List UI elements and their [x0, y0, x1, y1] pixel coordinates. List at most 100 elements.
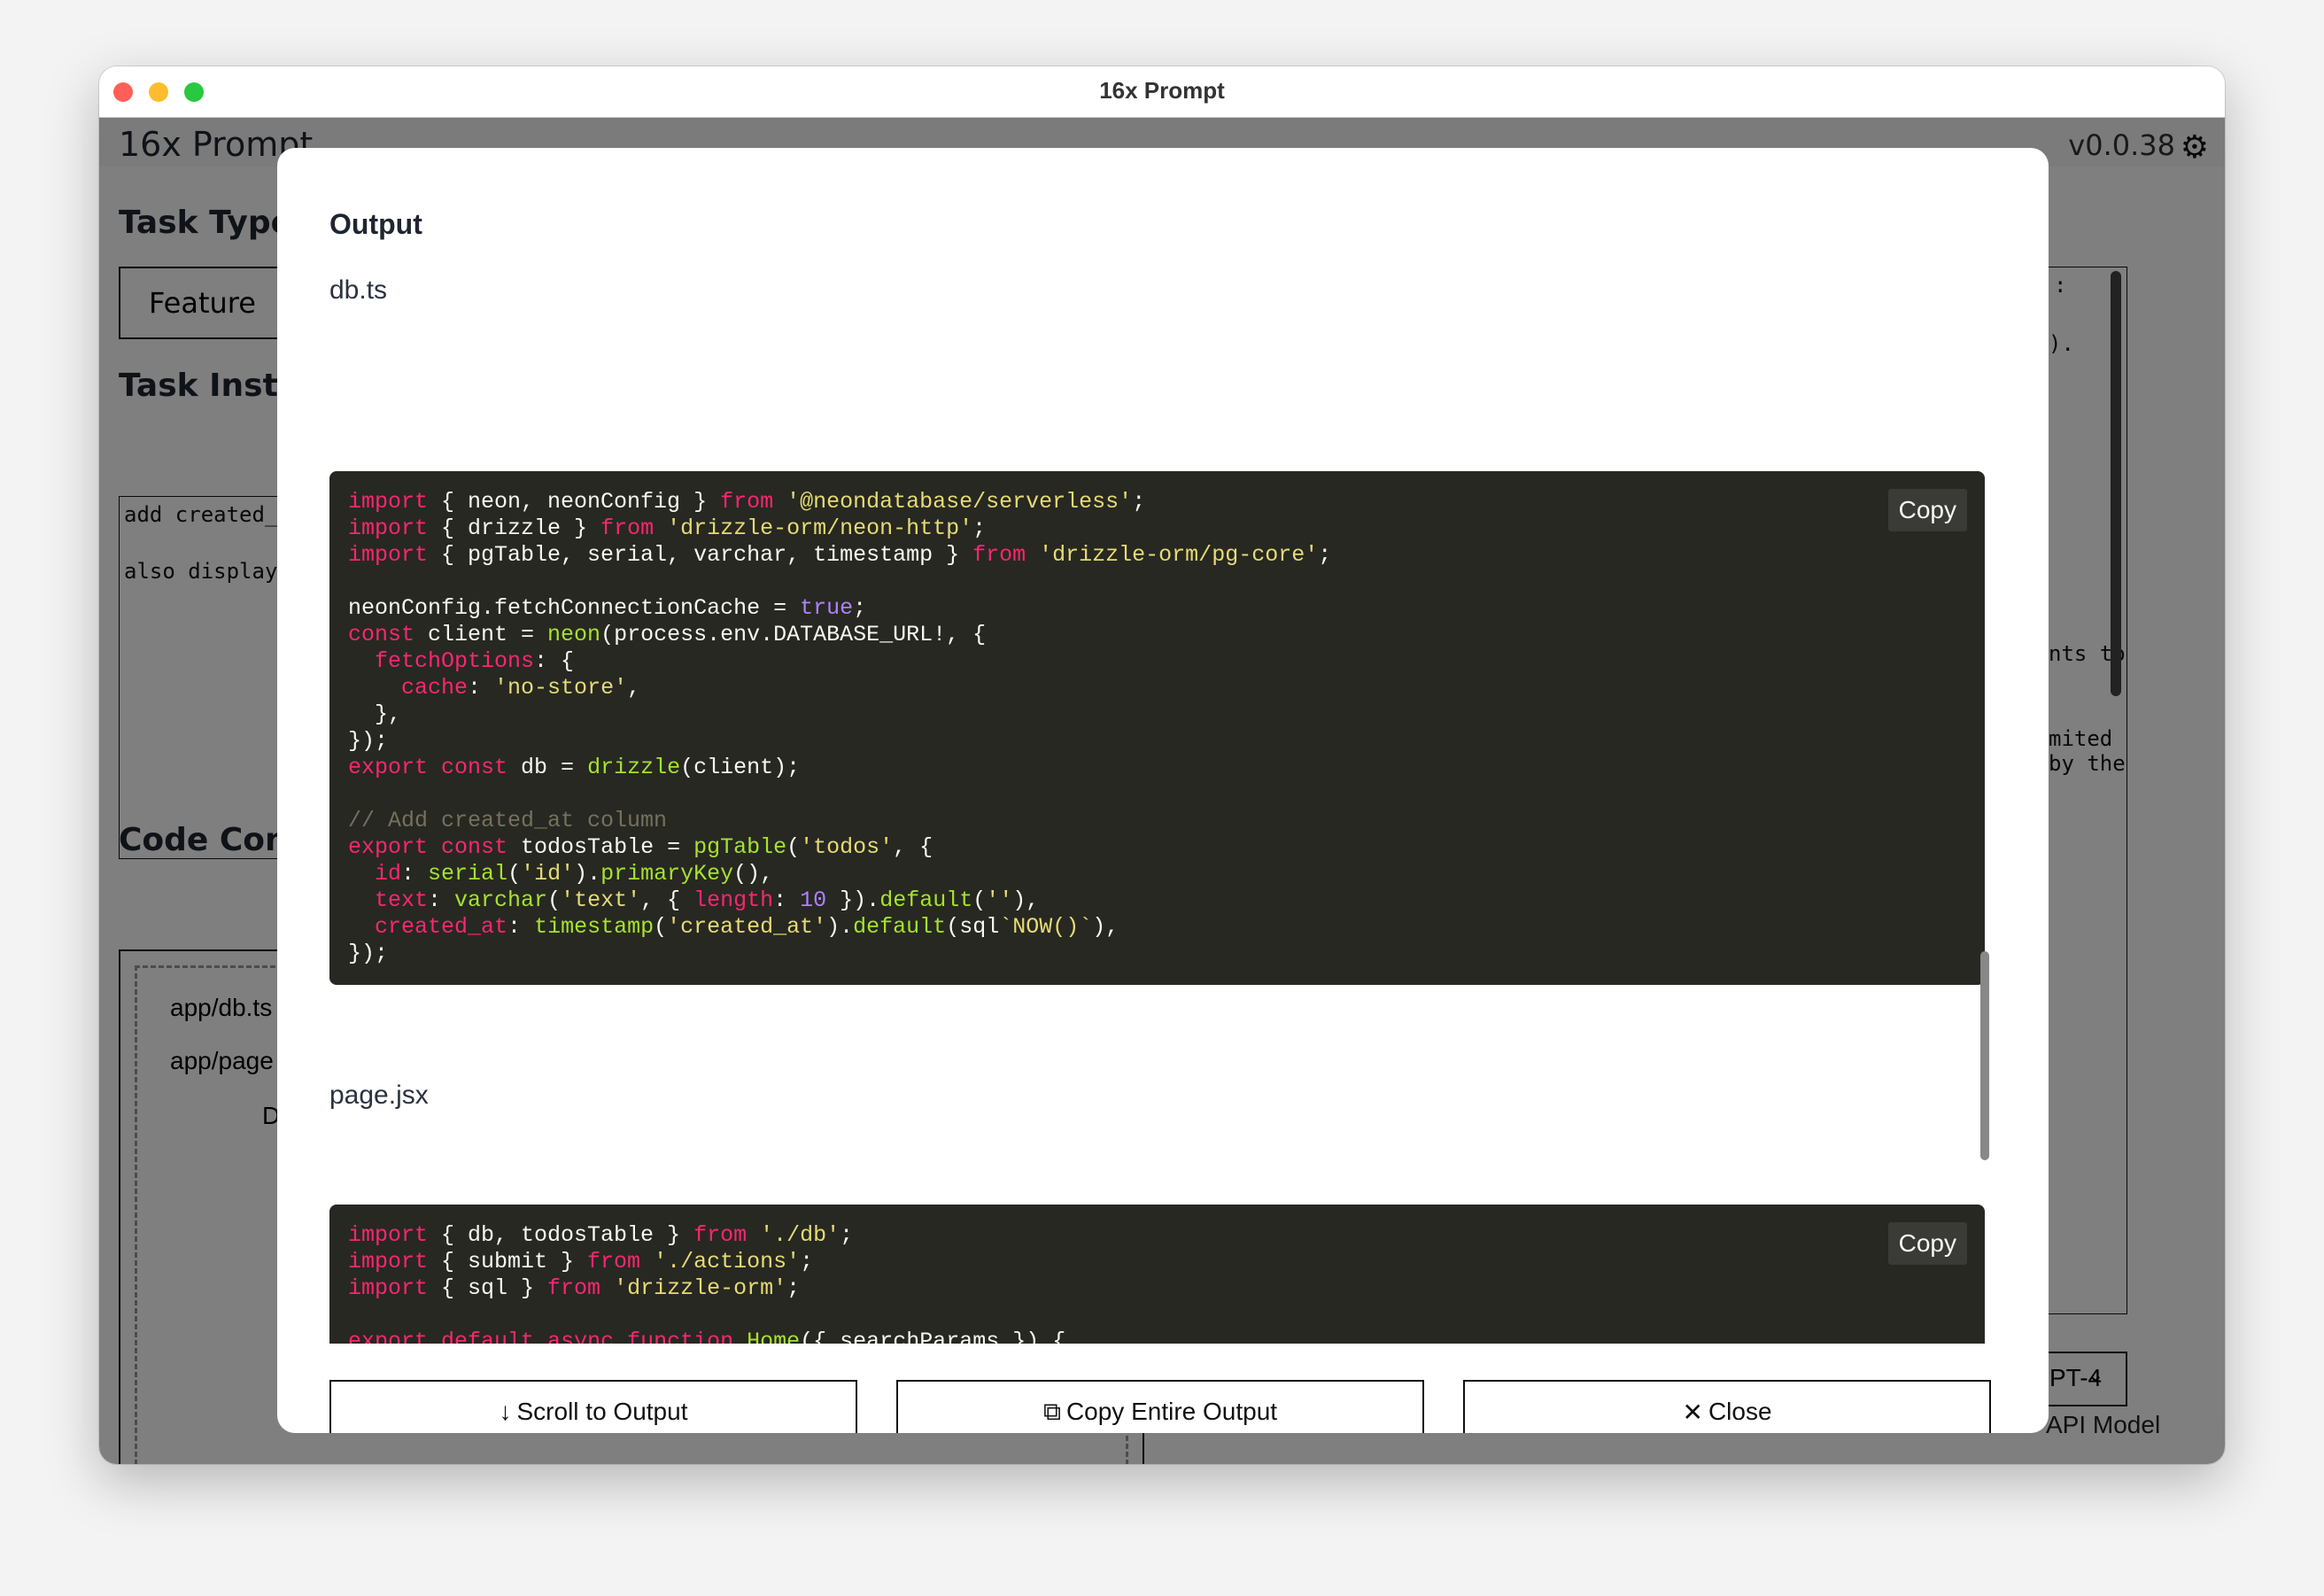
code-line: import { db, todosTable } from './db'; [348, 1222, 1966, 1249]
code-line: }); [348, 941, 1966, 967]
code-token: ( [786, 834, 801, 860]
code-token: import [348, 1222, 429, 1248]
code-line: id: serial('id').primaryKey(), [348, 861, 1966, 887]
code-token: from [587, 1249, 641, 1274]
code-token: export [348, 1329, 429, 1344]
code-token: text [375, 887, 429, 913]
code-token: ), [1092, 914, 1119, 940]
code-token: async [547, 1329, 615, 1344]
code-token: neon [547, 622, 601, 647]
code-token: : [773, 887, 801, 913]
code-line: // Add created_at column [348, 808, 1966, 834]
code-token: export [348, 834, 429, 860]
code-token: : [401, 861, 429, 887]
code-token: const [348, 622, 415, 647]
code-token: serial [428, 861, 508, 887]
code-token: // Add created_at column [348, 808, 668, 833]
code-token: { sql } [428, 1275, 548, 1301]
code-token: 'created_at' [667, 914, 827, 940]
code-token: ( [507, 861, 522, 887]
code-token: (), [733, 861, 774, 887]
code-token: (process.env.DATABASE_URL!, { [600, 622, 987, 647]
code-token: import [348, 542, 429, 568]
button-label: Copy Entire Output [1065, 1398, 1278, 1425]
scroll-to-output-button[interactable]: ↓ Scroll to Output [329, 1380, 857, 1433]
code-block: import { db, todosTable } from './db'; im… [329, 1205, 1985, 1344]
code-token: { pgTable, serial, varchar, timestamp } [428, 542, 973, 568]
code-line: import { submit } from './actions'; [348, 1249, 1966, 1275]
code-line: import { drizzle } from 'drizzle-orm/neo… [348, 515, 1966, 542]
code-line: created_at: timestamp('created_at').defa… [348, 914, 1966, 941]
code-token: , { [640, 887, 694, 913]
code-line: }, [348, 701, 1966, 728]
code-line: cache: 'no-store', [348, 675, 1966, 701]
code-token: fetchOptions [375, 648, 535, 674]
code-line: import { neon, neonConfig } from '@neond… [348, 489, 1966, 515]
close-icon: ✕ [1682, 1398, 1703, 1426]
code-line: import { pgTable, serial, varchar, times… [348, 542, 1966, 569]
code-token: , { [893, 834, 933, 860]
code-token: 'drizzle-orm/neon-http' [667, 515, 973, 541]
code-token: './db' [760, 1222, 841, 1248]
code-token: ; [800, 1249, 814, 1274]
code-token: { drizzle } [428, 515, 601, 541]
code-token: 10 [800, 887, 827, 913]
code-token: }); [348, 728, 389, 754]
code-token: from [547, 1275, 601, 1301]
code-token: length [693, 887, 774, 913]
code-token: }); [348, 941, 389, 966]
code-token: from [972, 542, 1026, 568]
copy-entire-output-button[interactable]: ⧉ Copy Entire Output [896, 1380, 1424, 1433]
code-token: neonConfig.fetchConnectionCache = [348, 595, 801, 621]
code-token: 'todos' [800, 834, 894, 860]
code-token: ( [547, 887, 562, 913]
code-token: ). [826, 914, 854, 940]
code-token: cache [401, 675, 469, 701]
code-line: export default async function Home({ sea… [348, 1329, 1966, 1344]
code-line: }); [348, 728, 1966, 755]
close-button[interactable]: ✕ Close [1463, 1380, 1991, 1433]
code-token: Home [747, 1329, 801, 1344]
code-token: '' [986, 887, 1013, 913]
code-line: text: varchar('text', { length: 10 }).de… [348, 887, 1966, 914]
title-bar: 16x Prompt [99, 66, 2225, 118]
code-token: import [348, 1249, 429, 1274]
code-token: function [627, 1329, 734, 1344]
code-line: fetchOptions: { [348, 648, 1966, 675]
code-token: const [441, 834, 508, 860]
code-token: db = [507, 755, 588, 780]
code-line: export const db = drizzle(client); [348, 755, 1966, 781]
output-title: Output [329, 208, 422, 240]
code-token: './actions' [654, 1249, 801, 1274]
code-token: }, [348, 701, 402, 727]
code-token: ( [654, 914, 668, 940]
arrow-down-icon: ↓ [499, 1398, 512, 1425]
code-token: timestamp [534, 914, 655, 940]
code-line: neonConfig.fetchConnectionCache = true; [348, 595, 1966, 622]
copy-code-button[interactable]: Copy [1887, 489, 1967, 531]
code-token: 'no-store' [494, 675, 628, 701]
copy-code-button[interactable]: Copy [1887, 1222, 1967, 1265]
code-token: (sql [946, 914, 1000, 940]
modal-scrollbar[interactable] [1980, 951, 1989, 1160]
code-token: default [441, 1329, 535, 1344]
code-token: import [348, 1275, 429, 1301]
code-token: true [800, 595, 854, 621]
file-name: page.jsx [329, 1081, 429, 1110]
code-token: '@neondatabase/serverless' [786, 489, 1133, 515]
code-token: from [693, 1222, 748, 1248]
code-token: ; [840, 1222, 854, 1248]
code-token: ). [574, 861, 601, 887]
